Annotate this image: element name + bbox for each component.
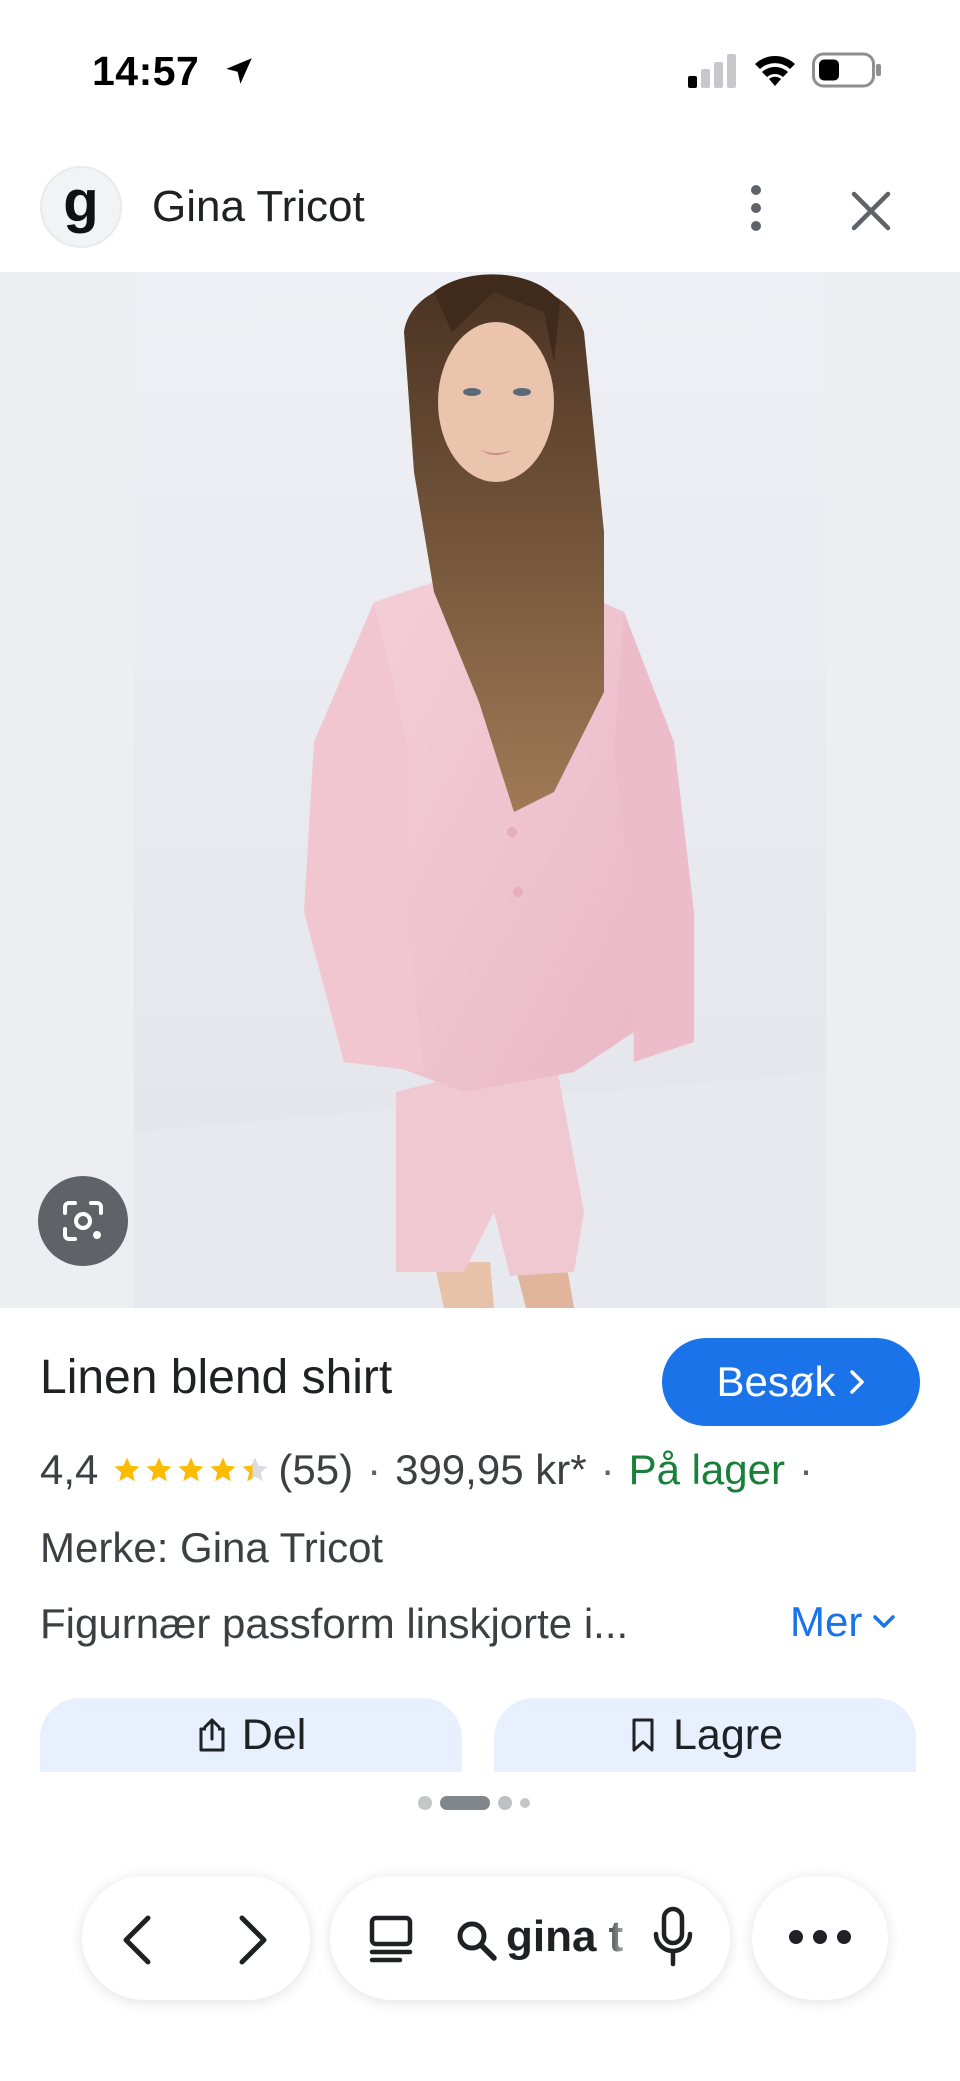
tabs-icon[interactable] <box>366 1914 416 1964</box>
chevron-down-icon <box>873 1615 896 1628</box>
chevron-right-icon <box>849 1370 864 1394</box>
site-header: g Gina Tricot <box>0 160 960 272</box>
star-full-icon <box>178 1457 204 1482</box>
separator-dot: · <box>799 1446 813 1493</box>
site-logo: g <box>40 166 122 248</box>
more-button[interactable]: Mer <box>790 1598 896 1646</box>
star-full-icon <box>146 1457 172 1482</box>
price: 399,95 kr* <box>395 1446 587 1493</box>
wifi-icon <box>755 56 795 86</box>
stock-status: På lager <box>628 1446 785 1493</box>
star-full-icon <box>114 1457 140 1482</box>
product-image-area[interactable] <box>0 272 960 1308</box>
rating-value: 4,4 <box>40 1446 99 1493</box>
carousel-dot <box>520 1798 530 1808</box>
more-horiz-icon <box>789 1930 851 1944</box>
forward-arrow-icon[interactable] <box>230 1912 274 1968</box>
microphone-icon[interactable] <box>650 1906 696 1968</box>
search-pill[interactable]: gina t <box>330 1876 730 2000</box>
google-lens-icon <box>63 1201 103 1241</box>
share-label: Del <box>241 1710 307 1759</box>
separator-dot: · <box>600 1446 615 1493</box>
rating-row: 4,4 (55) · 399,95 kr* · På lager · <box>40 1446 827 1494</box>
battery-icon <box>812 52 881 88</box>
google-lens-button[interactable] <box>38 1176 128 1266</box>
carousel-dot <box>498 1796 512 1810</box>
save-label: Lagre <box>673 1710 783 1759</box>
site-logo-letter: g <box>63 169 99 234</box>
save-button[interactable]: Lagre <box>494 1698 916 1772</box>
star-rating <box>112 1455 272 1485</box>
close-icon[interactable] <box>848 188 894 234</box>
separator-dot: · <box>367 1446 382 1493</box>
status-bar: 14:57 <box>0 0 960 140</box>
search-icon <box>457 1921 497 1961</box>
browser-toolbar: gina t <box>0 1860 960 2060</box>
share-button[interactable]: Del <box>40 1698 462 1772</box>
more-label: Mer <box>790 1598 863 1645</box>
product-description: Figurnær passform linskjorte i... <box>40 1600 629 1647</box>
product-photo <box>134 272 826 1308</box>
site-title[interactable]: Gina Tricot <box>152 182 365 232</box>
visit-button-label: Besøk <box>716 1358 836 1405</box>
share-icon <box>199 1718 225 1752</box>
bookmark-icon <box>632 1718 654 1752</box>
more-vert-icon[interactable] <box>738 182 774 234</box>
product-title: Linen blend shirt <box>40 1351 393 1404</box>
status-time: 14:57 <box>92 48 200 94</box>
cellular-signal-icon <box>688 54 736 88</box>
search-query[interactable]: gina t <box>506 1912 636 1962</box>
location-arrow-icon <box>226 58 252 84</box>
star-full-icon <box>210 1457 236 1482</box>
star-partial-icon <box>242 1457 268 1482</box>
navigation-pill <box>82 1876 310 2000</box>
visit-button[interactable]: Besøk <box>662 1338 920 1426</box>
carousel-dots <box>418 1796 530 1810</box>
carousel-dot-active <box>440 1796 490 1810</box>
back-arrow-icon[interactable] <box>116 1912 160 1968</box>
carousel-dot <box>418 1796 432 1810</box>
menu-pill[interactable] <box>752 1876 888 2000</box>
review-count[interactable]: (55) <box>278 1446 353 1494</box>
brand-line: Merke: Gina Tricot <box>40 1524 384 1571</box>
